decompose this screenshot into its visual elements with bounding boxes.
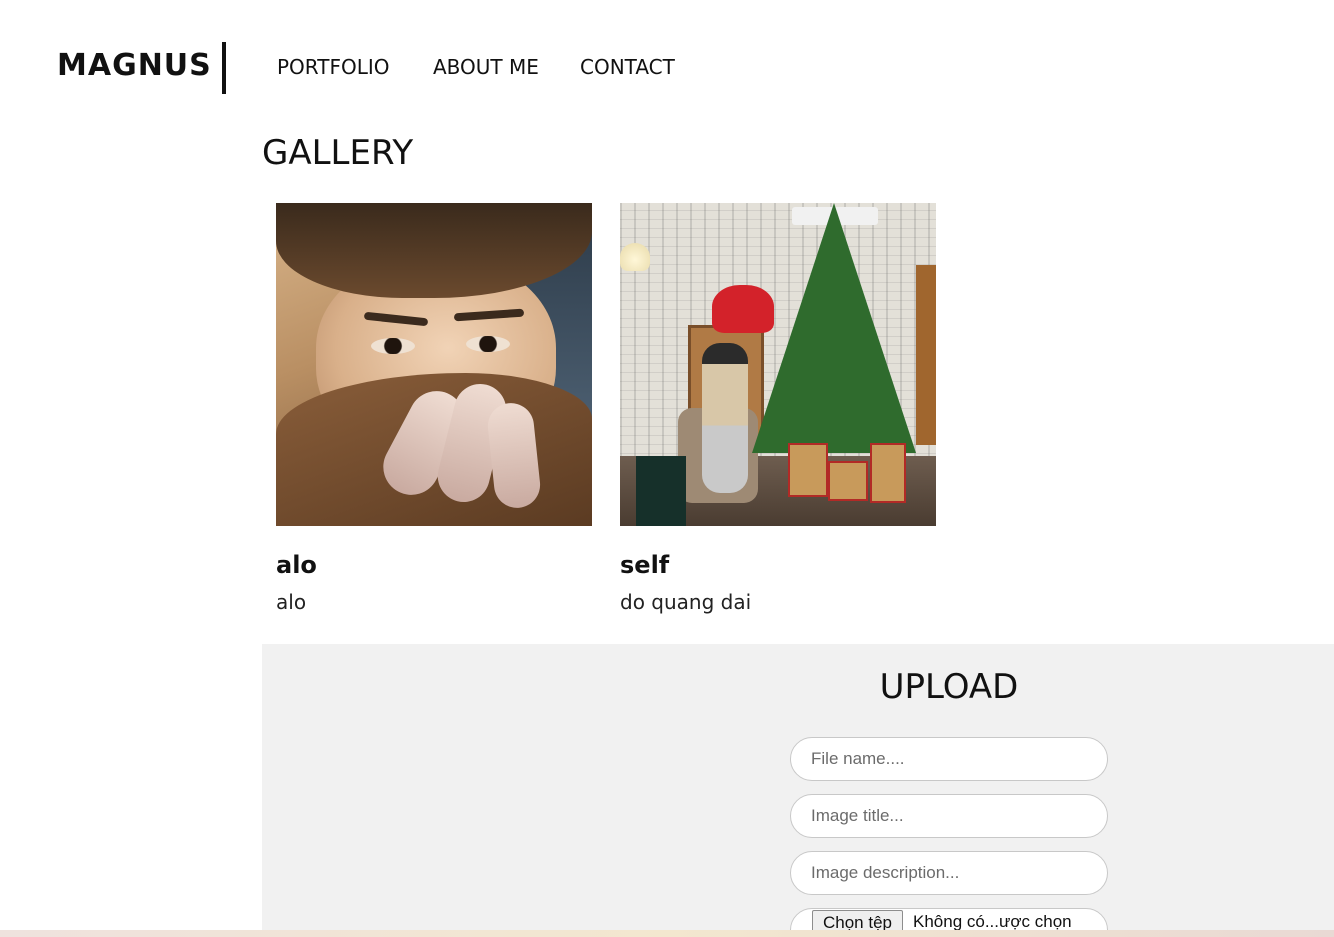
upload-title: UPLOAD bbox=[879, 667, 1019, 707]
header-divider bbox=[222, 42, 226, 94]
nav-link-portfolio[interactable]: PORTFOLIO bbox=[277, 52, 390, 82]
image-title-input[interactable] bbox=[790, 794, 1108, 838]
nav-link-contact[interactable]: CONTACT bbox=[580, 52, 675, 82]
image-description-input[interactable] bbox=[790, 851, 1108, 895]
file-name-input[interactable] bbox=[790, 737, 1108, 781]
browser-bottom-strip bbox=[0, 930, 1334, 937]
gallery-item-title: alo bbox=[276, 551, 317, 579]
gallery-item-description: do quang dai bbox=[620, 590, 752, 614]
site-logo[interactable]: MAGNUS bbox=[57, 46, 212, 86]
gallery-card[interactable]: alo alo bbox=[276, 203, 592, 614]
gallery-image[interactable] bbox=[276, 203, 592, 526]
gallery-item-title: self bbox=[620, 551, 670, 579]
nav-link-about-me[interactable]: ABOUT ME bbox=[433, 52, 539, 82]
gallery-title: GALLERY bbox=[262, 133, 414, 173]
page: MAGNUS PORTFOLIO ABOUT ME CONTACT GALLER… bbox=[0, 0, 1334, 937]
gallery-image[interactable] bbox=[620, 203, 936, 526]
gallery-item-description: alo bbox=[276, 590, 307, 614]
file-status-text: Không có...ược chọn bbox=[913, 912, 1072, 931]
gallery-card[interactable]: self do quang dai bbox=[620, 203, 936, 614]
